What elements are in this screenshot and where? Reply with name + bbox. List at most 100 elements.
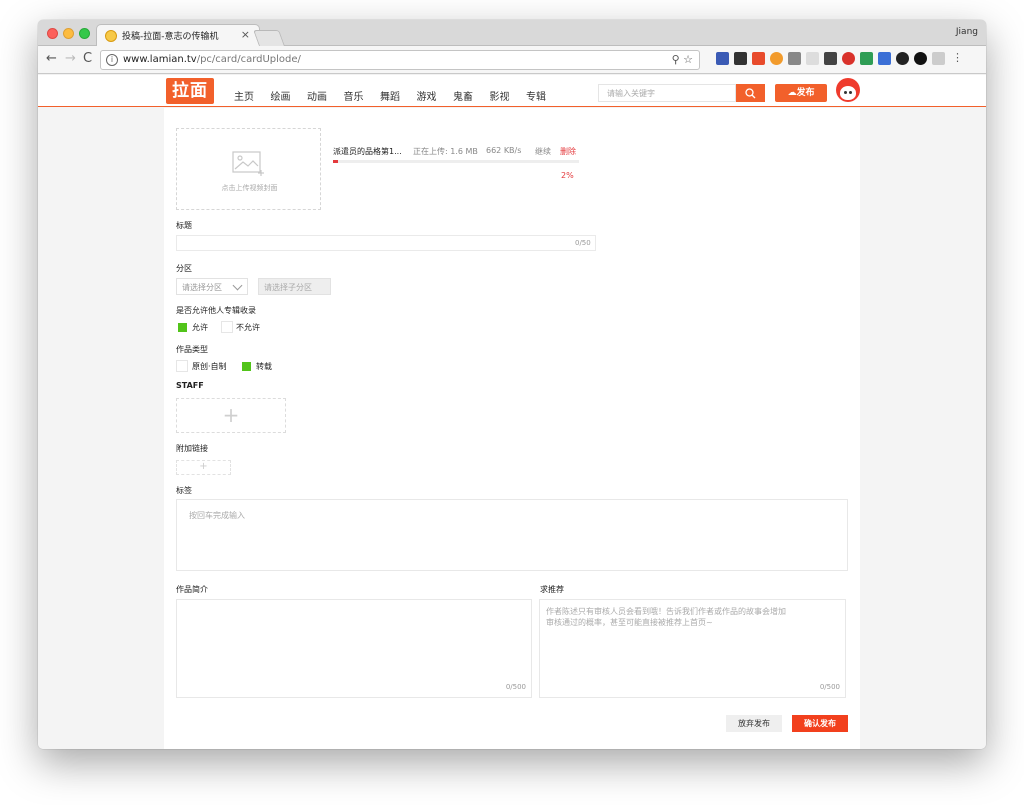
tab-bar: 投稿-拉面-意志の传输机 × Jiang — [38, 20, 986, 47]
nav-item[interactable]: 音乐 — [344, 88, 364, 103]
nav-item[interactable]: 专辑 — [526, 88, 546, 103]
recommend-counter: 0/500 — [819, 683, 840, 691]
confirm-publish-button[interactable]: 确认发布 — [792, 715, 848, 732]
original-checkbox[interactable] — [176, 360, 188, 372]
reload-icon[interactable]: C — [83, 51, 92, 67]
original-option-label: 原创·自制 — [192, 362, 227, 371]
recommend-placeholder: 作者陈述只有审核人员会看到哦！告诉我们作者或作品的故事会增加 审核通过的概率，甚… — [546, 607, 786, 627]
page-viewport: 拉面 主页 绘画 动画 音乐 舞蹈 游戏 鬼畜 影视 专辑 请输入关键字 ☁发布 — [38, 75, 986, 749]
allow-collect-label: 是否允许他人专辑收录 — [176, 306, 256, 315]
extension-icon[interactable] — [716, 52, 729, 65]
section-select[interactable]: 请选择分区 — [176, 278, 248, 295]
upload-progress-fill — [333, 160, 338, 163]
avatar[interactable] — [836, 78, 860, 102]
title-label: 标题 — [176, 221, 192, 230]
cover-label: 点击上传视频封面 — [221, 184, 278, 192]
add-staff-button[interactable]: + — [176, 398, 286, 433]
intro-textarea[interactable]: 0/500 — [176, 599, 532, 698]
info-icon[interactable]: i — [106, 54, 118, 66]
search-icon — [745, 88, 756, 99]
extension-icon[interactable] — [878, 52, 891, 65]
tags-placeholder: 按回车完成输入 — [189, 511, 245, 520]
extension-icon[interactable] — [824, 52, 837, 65]
repost-checkbox[interactable] — [242, 362, 251, 371]
recommend-textarea[interactable]: 作者陈述只有审核人员会看到哦！告诉我们作者或作品的故事会增加 审核通过的概率，甚… — [539, 599, 846, 698]
menu-icon[interactable]: ⋮ — [952, 52, 965, 65]
close-window-button[interactable] — [47, 28, 58, 39]
cancel-publish-button[interactable]: 放弃发布 — [726, 715, 782, 732]
nav-item[interactable]: 影视 — [490, 88, 510, 103]
nav-item[interactable]: 绘画 — [271, 88, 291, 103]
extension-icon[interactable] — [770, 52, 783, 65]
upload-speed: 662 KB/s — [486, 146, 522, 155]
title-input[interactable] — [176, 235, 596, 251]
title-counter: 0/50 — [575, 239, 591, 247]
back-icon[interactable]: ← — [46, 51, 57, 67]
browser-toolbar: ← → C i www.lamian.tv/pc/card/cardUplode… — [38, 46, 986, 74]
disallow-option-label: 不允许 — [236, 323, 260, 332]
minimize-window-button[interactable] — [63, 28, 74, 39]
main-nav: 主页 绘画 动画 音乐 舞蹈 游戏 鬼畜 影视 专辑 — [234, 88, 563, 103]
allow-option-label: 允许 — [192, 323, 208, 332]
add-link-button[interactable]: + — [176, 460, 231, 475]
allow-checkbox[interactable] — [178, 323, 187, 332]
work-type-label: 作品类型 — [176, 345, 208, 354]
extension-icon[interactable] — [932, 52, 945, 65]
desktop: 投稿-拉面-意志の传输机 × Jiang ← → C i www.lamian.… — [0, 0, 1024, 805]
power-icon[interactable] — [914, 52, 927, 65]
subsection-select[interactable]: 请选择子分区 — [258, 278, 331, 295]
upload-file-name: 派遣员的品格第1... — [333, 147, 402, 156]
extension-icon[interactable] — [896, 52, 909, 65]
publish-label: 发布 — [796, 88, 815, 98]
zoom-window-button[interactable] — [79, 28, 90, 39]
address-bar[interactable]: i www.lamian.tv/pc/card/cardUplode/ ⚲ ☆ — [100, 50, 700, 70]
extension-icon[interactable] — [734, 52, 747, 65]
upload-percent: 2% — [561, 171, 574, 180]
search-input[interactable]: 请输入关键字 — [598, 84, 736, 102]
disallow-checkbox[interactable] — [221, 321, 233, 333]
nav-item[interactable]: 游戏 — [417, 88, 437, 103]
extension-icon[interactable] — [752, 52, 765, 65]
search-button[interactable] — [736, 84, 765, 102]
nav-item[interactable]: 鬼畜 — [453, 88, 473, 103]
section-select-value: 请选择分区 — [182, 283, 222, 292]
nav-item[interactable]: 动画 — [307, 88, 327, 103]
browser-tab[interactable]: 投稿-拉面-意志の传输机 × — [96, 24, 260, 47]
resume-upload-link[interactable]: 继续 — [535, 146, 551, 157]
upload-status: 正在上传: 1.6 MB — [413, 147, 478, 156]
tags-label: 标签 — [176, 486, 192, 495]
chevron-down-icon — [232, 280, 243, 291]
subsection-select-value: 请选择子分区 — [264, 283, 312, 292]
profile-name[interactable]: Jiang — [956, 27, 978, 37]
search-placeholder: 请输入关键字 — [607, 89, 655, 98]
nav-item[interactable]: 主页 — [234, 88, 254, 103]
extension-icon[interactable] — [806, 52, 819, 65]
image-upload-icon — [232, 151, 264, 176]
url-text: www.lamian.tv/pc/card/cardUplode/ — [123, 54, 301, 65]
upload-form: 点击上传视频封面 派遣员的品格第1... 正在上传: 1.6 MB 662 KB… — [164, 108, 860, 749]
upload-progress-bar — [333, 160, 579, 163]
tags-input[interactable]: 按回车完成输入 — [176, 499, 848, 571]
intro-counter: 0/500 — [505, 683, 526, 691]
site-logo[interactable]: 拉面 — [166, 78, 214, 104]
tab-title: 投稿-拉面-意志の传输机 — [122, 32, 219, 42]
nav-item[interactable]: 舞蹈 — [380, 88, 400, 103]
recommend-label: 求推荐 — [540, 585, 564, 594]
extension-icon[interactable] — [788, 52, 801, 65]
extension-icon[interactable] — [842, 52, 855, 65]
extra-link-label: 附加链接 — [176, 444, 208, 453]
staff-label: STAFF — [176, 381, 204, 390]
favicon-icon — [105, 30, 117, 42]
new-tab-button[interactable] — [253, 30, 285, 46]
extension-icon[interactable] — [860, 52, 873, 65]
cover-upload[interactable]: 点击上传视频封面 — [176, 128, 321, 210]
forward-icon[interactable]: → — [65, 51, 76, 67]
browser-window: 投稿-拉面-意志の传输机 × Jiang ← → C i www.lamian.… — [38, 20, 986, 749]
repost-option-label: 转载 — [256, 362, 272, 371]
bookmark-star-icon[interactable]: ⚲ ☆ — [672, 53, 693, 66]
delete-upload-link[interactable]: 删除 — [560, 146, 576, 157]
publish-button[interactable]: ☁发布 — [775, 84, 827, 102]
intro-label: 作品简介 — [176, 585, 208, 594]
site-header: 拉面 主页 绘画 动画 音乐 舞蹈 游戏 鬼畜 影视 专辑 请输入关键字 ☁发布 — [38, 75, 986, 107]
tab-close-icon[interactable]: × — [241, 28, 250, 41]
